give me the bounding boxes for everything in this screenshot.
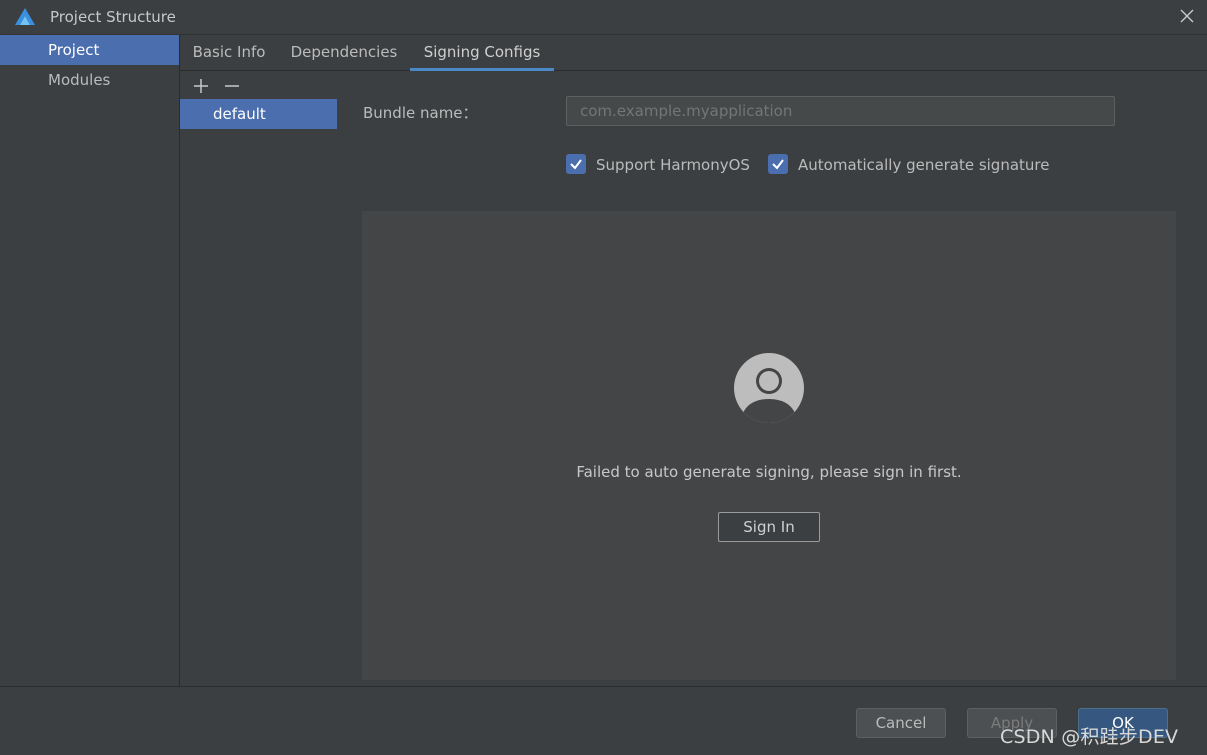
user-avatar-icon [734,353,804,423]
remove-icon[interactable] [222,76,242,96]
deveco-logo-icon [15,8,35,25]
check-icon [570,159,582,170]
support-harmonyos-label[interactable]: Support HarmonyOS [596,156,750,174]
sign-in-panel: Failed to auto generate signing, please … [362,211,1176,680]
watermark: CSDN @积跬步DEV [1000,726,1179,748]
support-harmonyos-checkbox[interactable] [566,154,586,174]
tab-dependencies[interactable]: Dependencies [278,35,410,71]
sign-in-button[interactable]: Sign In [718,512,820,542]
sidebar-item-project[interactable]: Project [0,35,179,65]
title-bar: Project Structure [0,0,1207,35]
signing-config-list: default [180,71,338,686]
tab-bar: Basic Info Dependencies Signing Configs [180,35,1207,71]
tab-basic-info[interactable]: Basic Info [180,35,278,71]
bundle-name-label: Bundle name： [363,104,478,122]
signing-config-panel: Bundle name： Support HarmonyOS Automatic… [338,71,1207,686]
check-icon [772,159,784,170]
tab-signing-configs[interactable]: Signing Configs [410,35,554,71]
cancel-button[interactable]: Cancel [856,708,946,738]
window-title: Project Structure [50,8,176,26]
sidebar-item-modules[interactable]: Modules [0,65,179,95]
config-item-default[interactable]: default [180,99,337,129]
sign-in-error-message: Failed to auto generate signing, please … [576,463,962,481]
add-icon[interactable] [191,76,211,96]
auto-signature-checkbox[interactable] [768,154,788,174]
bundle-name-input[interactable] [566,96,1115,126]
auto-signature-label[interactable]: Automatically generate signature [798,156,1049,174]
sidebar: Project Modules [0,35,180,686]
close-icon[interactable] [1177,6,1197,26]
